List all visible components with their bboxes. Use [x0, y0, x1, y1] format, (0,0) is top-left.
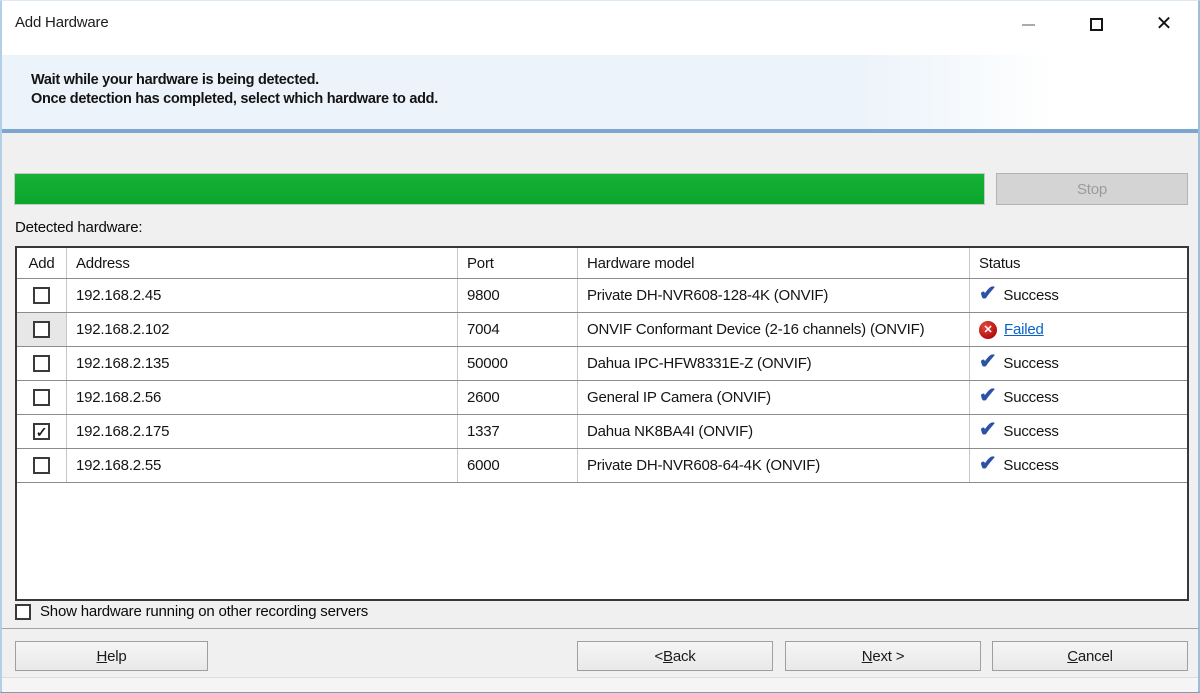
row-model: Private DH-NVR608-128-4K (ONVIF)	[578, 279, 970, 312]
window-title: Add Hardware	[15, 14, 108, 31]
minimize-button[interactable]	[994, 1, 1062, 47]
row-status-cell: ✔ Success	[970, 381, 1187, 414]
row-checkbox[interactable]: ✓	[33, 423, 50, 440]
row-port: 50000	[458, 347, 578, 380]
column-header-status[interactable]: Status	[970, 248, 1187, 278]
add-hardware-dialog: Add Hardware ✕ Wait while your hardware …	[0, 0, 1200, 693]
maximize-button[interactable]	[1062, 1, 1130, 47]
table-row[interactable]: ✓ 192.168.2.102 7004 ONVIF Conformant De…	[17, 313, 1187, 347]
bottom-strip	[2, 677, 1198, 692]
row-checkbox[interactable]: ✓	[33, 355, 50, 372]
row-add-cell[interactable]: ✓	[17, 279, 67, 312]
table-row[interactable]: ✓ 192.168.2.45 9800 Private DH-NVR608-12…	[17, 279, 1187, 313]
row-checkbox[interactable]: ✓	[33, 389, 50, 406]
column-header-address[interactable]: Address	[67, 248, 458, 278]
row-model: Private DH-NVR608-64-4K (ONVIF)	[578, 449, 970, 482]
status-text: Success	[1003, 355, 1058, 372]
instruction-line-1: Wait while your hardware is being detect…	[31, 71, 438, 90]
checkbox-check-icon: ✓	[36, 425, 48, 439]
detection-progress-bar	[14, 173, 985, 205]
minimize-icon	[1022, 24, 1035, 26]
show-other-hardware-label: Show hardware running on other recording…	[40, 603, 368, 620]
success-check-icon: ✔	[979, 284, 996, 304]
show-other-hardware-checkbox[interactable]: ✓	[15, 604, 31, 620]
title-bar: Add Hardware ✕	[2, 1, 1198, 55]
row-status-cell: ✔ Success	[970, 449, 1187, 482]
status-text: Success	[1003, 423, 1058, 440]
stop-button[interactable]: Stop	[996, 173, 1188, 205]
row-status-cell: ✔ Success	[970, 347, 1187, 380]
close-button[interactable]: ✕	[1130, 1, 1198, 47]
failed-x-icon: ✕	[979, 321, 997, 339]
row-port: 9800	[458, 279, 578, 312]
help-button[interactable]: Help	[15, 641, 208, 671]
row-status-cell: ✔ Success	[970, 279, 1187, 312]
detected-hardware-label: Detected hardware:	[15, 219, 142, 236]
status-text: Success	[1003, 389, 1058, 406]
table-row[interactable]: ✓ 192.168.2.55 6000 Private DH-NVR608-64…	[17, 449, 1187, 483]
row-address: 192.168.2.56	[67, 381, 458, 414]
wizard-header: Wait while your hardware is being detect…	[2, 55, 1198, 129]
next-button[interactable]: Next >	[785, 641, 981, 671]
row-status-cell: ✔ Success	[970, 415, 1187, 448]
progress-fill	[15, 174, 984, 204]
table-header-row: Add Address Port Hardware model Status	[17, 248, 1187, 279]
close-icon: ✕	[1156, 14, 1173, 34]
success-check-icon: ✔	[979, 352, 996, 372]
row-add-cell[interactable]: ✓	[17, 313, 67, 346]
header-separator	[2, 129, 1198, 133]
row-model: Dahua IPC-HFW8331E-Z (ONVIF)	[578, 347, 970, 380]
window-controls: ✕	[994, 1, 1198, 47]
row-checkbox[interactable]: ✓	[33, 287, 50, 304]
back-button[interactable]: < Back	[577, 641, 773, 671]
row-port: 7004	[458, 313, 578, 346]
detected-hardware-table: Add Address Port Hardware model Status ✓…	[15, 246, 1189, 601]
footer-divider	[2, 628, 1198, 629]
instruction-line-2: Once detection has completed, select whi…	[31, 90, 438, 109]
row-address: 192.168.2.55	[67, 449, 458, 482]
wizard-instructions: Wait while your hardware is being detect…	[31, 71, 438, 109]
row-checkbox[interactable]: ✓	[33, 321, 50, 338]
row-status-cell: ✕ Failed	[970, 313, 1187, 346]
row-add-cell[interactable]: ✓	[17, 449, 67, 482]
status-text: Success	[1003, 457, 1058, 474]
success-check-icon: ✔	[979, 454, 996, 474]
row-add-cell[interactable]: ✓	[17, 415, 67, 448]
success-check-icon: ✔	[979, 420, 996, 440]
cancel-button[interactable]: Cancel	[992, 641, 1188, 671]
column-header-model[interactable]: Hardware model	[578, 248, 970, 278]
table-body: ✓ 192.168.2.45 9800 Private DH-NVR608-12…	[17, 279, 1187, 483]
status-text: Success	[1003, 287, 1058, 304]
table-row[interactable]: ✓ 192.168.2.135 50000 Dahua IPC-HFW8331E…	[17, 347, 1187, 381]
row-port: 6000	[458, 449, 578, 482]
row-add-cell[interactable]: ✓	[17, 381, 67, 414]
row-address: 192.168.2.135	[67, 347, 458, 380]
failed-link[interactable]: Failed	[1004, 321, 1044, 338]
row-address: 192.168.2.175	[67, 415, 458, 448]
table-row[interactable]: ✓ 192.168.2.175 1337 Dahua NK8BA4I (ONVI…	[17, 415, 1187, 449]
row-model: General IP Camera (ONVIF)	[578, 381, 970, 414]
show-other-hardware-row[interactable]: ✓ Show hardware running on other recordi…	[15, 603, 368, 620]
row-checkbox[interactable]: ✓	[33, 457, 50, 474]
row-port: 1337	[458, 415, 578, 448]
success-check-icon: ✔	[979, 386, 996, 406]
stop-button-label: Stop	[1077, 181, 1107, 198]
maximize-icon	[1090, 18, 1103, 31]
row-add-cell[interactable]: ✓	[17, 347, 67, 380]
table-row[interactable]: ✓ 192.168.2.56 2600 General IP Camera (O…	[17, 381, 1187, 415]
row-model: Dahua NK8BA4I (ONVIF)	[578, 415, 970, 448]
row-port: 2600	[458, 381, 578, 414]
column-header-add[interactable]: Add	[17, 248, 67, 278]
row-address: 192.168.2.102	[67, 313, 458, 346]
row-model: ONVIF Conformant Device (2-16 channels) …	[578, 313, 970, 346]
column-header-port[interactable]: Port	[458, 248, 578, 278]
row-address: 192.168.2.45	[67, 279, 458, 312]
